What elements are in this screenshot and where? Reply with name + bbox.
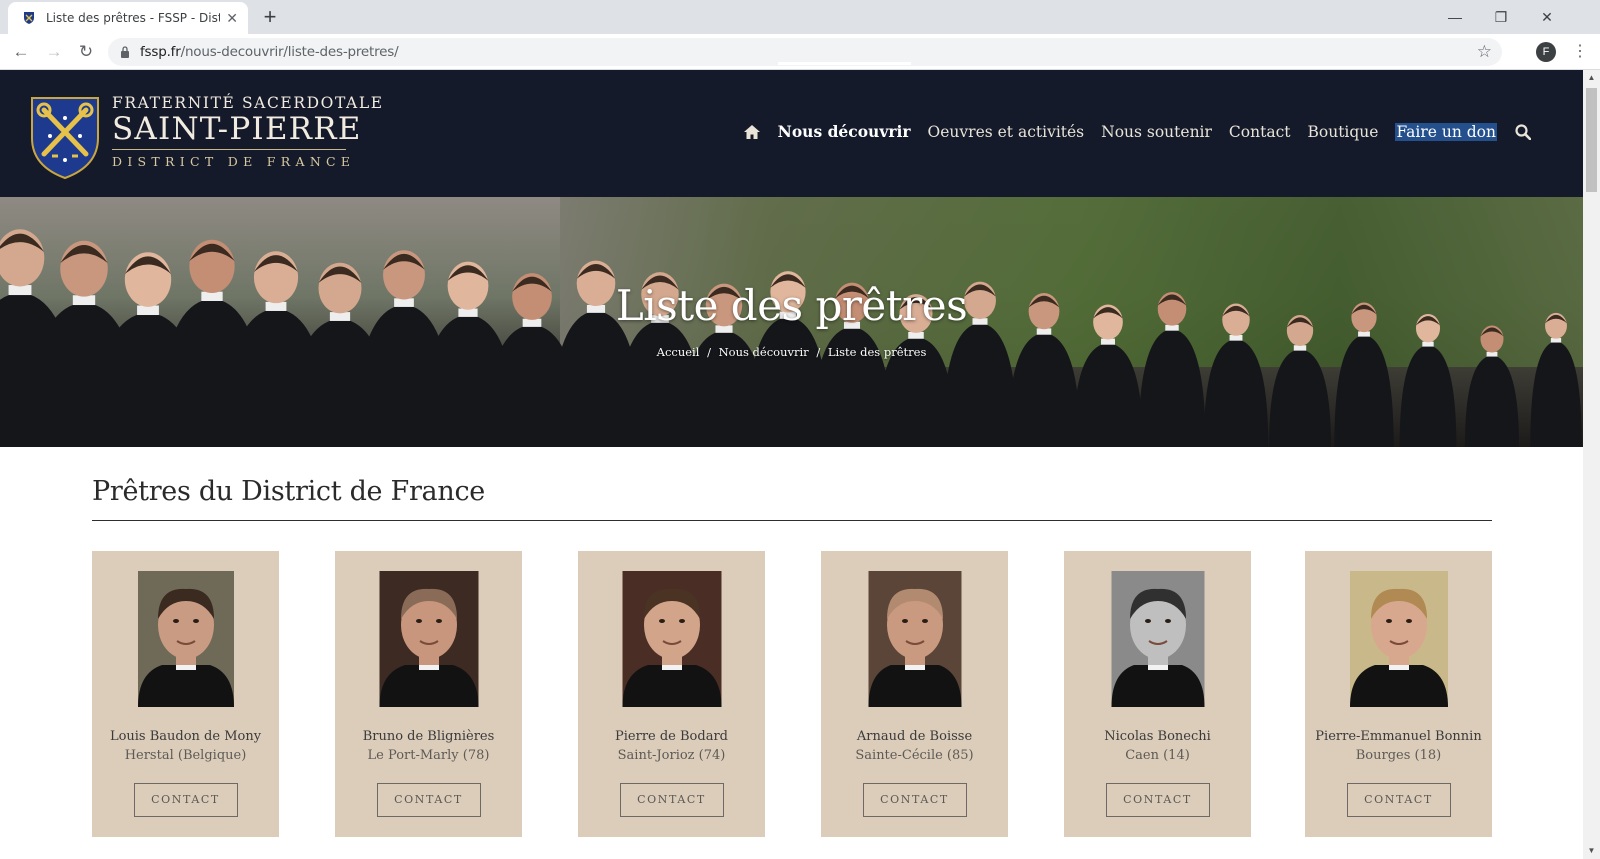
breadcrumb-nous-decouvrir[interactable]: Nous découvrir bbox=[719, 345, 809, 359]
priest-card: Nicolas Bonechi Caen (14) CONTACT bbox=[1064, 551, 1251, 837]
brand-line-district: DISTRICT DE FRANCE bbox=[112, 154, 356, 169]
priest-location: Saint-Jorioz (74) bbox=[617, 748, 726, 763]
section-title: Prêtres du District de France bbox=[92, 476, 485, 507]
profile-avatar[interactable]: F bbox=[1536, 42, 1556, 62]
brand-divider bbox=[112, 149, 346, 150]
page-title: Liste des prêtres bbox=[615, 281, 968, 330]
priest-photo bbox=[137, 571, 234, 707]
url-text: fssp.fr/nous-decouvrir/liste-des-pretres… bbox=[140, 44, 399, 60]
hero-figure bbox=[1358, 331, 1370, 337]
priest-name: Pierre de Bodard bbox=[615, 729, 728, 744]
nav-contact[interactable]: Contact bbox=[1229, 123, 1291, 141]
portrait-illustration bbox=[137, 571, 234, 707]
hero-figure bbox=[942, 322, 1018, 447]
brand-line-fraternite: FRATERNITÉ SACERDOTALE bbox=[112, 94, 384, 112]
bookmark-star-icon[interactable]: ☆ bbox=[1477, 42, 1492, 62]
breadcrumb-accueil[interactable]: Accueil bbox=[657, 345, 700, 359]
url-host: fssp.fr bbox=[140, 44, 181, 60]
priest-photo bbox=[622, 571, 721, 707]
priest-photo bbox=[1111, 571, 1204, 707]
nav-faire-un-don[interactable]: Faire un don bbox=[1395, 122, 1497, 141]
main-nav: Nous découvrir Oeuvres et activités Nous… bbox=[726, 62, 1531, 141]
fssp-coat-of-arms-logo[interactable] bbox=[30, 96, 100, 180]
contact-button[interactable]: CONTACT bbox=[1105, 783, 1210, 817]
page-scrollbar[interactable]: ▲ ▼ bbox=[1583, 70, 1600, 859]
section-divider bbox=[92, 520, 1492, 521]
nav-label: Nous découvrir bbox=[777, 122, 911, 141]
search-icon[interactable] bbox=[1515, 123, 1531, 140]
tab-title: Liste des prêtres - FSSP - District bbox=[46, 11, 221, 25]
fssp-shield-favicon-icon bbox=[24, 12, 34, 24]
minimize-icon[interactable]: — bbox=[1432, 4, 1478, 30]
priest-card: Louis Baudon de Mony Herstal (Belgique) … bbox=[92, 551, 279, 837]
contact-button[interactable]: CONTACT bbox=[862, 783, 967, 817]
site-header: FRATERNITÉ SACERDOTALE SAINT-PIERRE DIST… bbox=[0, 62, 1583, 197]
lock-icon bbox=[121, 46, 129, 58]
breadcrumb-current: Liste des prêtres bbox=[827, 345, 927, 359]
priest-photo bbox=[379, 571, 478, 707]
breadcrumb-separator: / bbox=[816, 345, 821, 359]
priest-card: Pierre de Bodard Saint-Jorioz (74) CONTA… bbox=[578, 551, 765, 837]
breadcrumb: Accueil / Nous découvrir / Liste des prê… bbox=[0, 345, 1583, 359]
priest-name: Nicolas Bonechi bbox=[1104, 729, 1211, 744]
browser-menu-icon[interactable]: ⋮ bbox=[1572, 40, 1588, 64]
contact-button[interactable]: CONTACT bbox=[376, 783, 481, 817]
url-path: /nous-decouvrir/liste-des-pretres/ bbox=[180, 44, 399, 60]
reload-icon[interactable]: ↻ bbox=[74, 40, 98, 64]
priest-card: Pierre-Emmanuel Bonnin Bourges (18) CONT… bbox=[1305, 551, 1492, 837]
priest-location: Le Port-Marly (78) bbox=[367, 748, 490, 763]
breadcrumb-separator: / bbox=[707, 345, 711, 359]
priest-name: Louis Baudon de Mony bbox=[109, 729, 262, 744]
home-icon[interactable] bbox=[743, 124, 761, 140]
priest-location: Bourges (18) bbox=[1355, 748, 1442, 763]
priest-card: Arnaud de Boisse Sainte-Cécile (85) CONT… bbox=[821, 551, 1008, 837]
contact-button[interactable]: CONTACT bbox=[133, 783, 238, 817]
priest-location: Sainte-Cécile (85) bbox=[855, 748, 974, 763]
hero-figure bbox=[1229, 334, 1243, 341]
close-window-icon[interactable]: ✕ bbox=[1524, 4, 1570, 30]
priest-grid: Louis Baudon de Mony Herstal (Belgique) … bbox=[92, 551, 1492, 837]
hero-figure bbox=[1464, 355, 1520, 447]
priest-location: Caen (14) bbox=[1125, 748, 1190, 763]
brand-line-saint-pierre: SAINT-PIERRE bbox=[112, 111, 362, 147]
hero-figure bbox=[1550, 338, 1562, 343]
forward-arrow-icon[interactable]: → bbox=[42, 40, 66, 64]
contact-button[interactable]: CONTACT bbox=[619, 783, 724, 817]
new-tab-icon[interactable]: + bbox=[258, 5, 282, 29]
portrait-illustration bbox=[1349, 571, 1448, 707]
priest-name: Pierre-Emmanuel Bonnin bbox=[1315, 729, 1482, 744]
nav-oeuvres-et-activites[interactable]: Oeuvres et activités bbox=[928, 123, 1085, 141]
nav-boutique[interactable]: Boutique bbox=[1307, 123, 1378, 141]
priest-photo bbox=[1349, 571, 1448, 707]
scroll-down-arrow-icon[interactable]: ▼ bbox=[1583, 843, 1600, 859]
hero-figure bbox=[1399, 345, 1457, 447]
nav-active-indicator bbox=[777, 62, 911, 65]
browser-tab[interactable]: Liste des prêtres - FSSP - District ✕ bbox=[8, 2, 248, 34]
close-tab-icon[interactable]: ✕ bbox=[226, 10, 238, 27]
scroll-thumb[interactable] bbox=[1586, 88, 1597, 192]
portrait-illustration bbox=[622, 571, 721, 707]
hero-figure bbox=[1101, 338, 1115, 345]
back-arrow-icon[interactable]: ← bbox=[9, 40, 33, 64]
priest-card: Bruno de Blignières Le Port-Marly (78) C… bbox=[335, 551, 522, 837]
priest-name: Bruno de Blignières bbox=[362, 729, 495, 744]
portrait-illustration bbox=[379, 571, 478, 707]
contact-button[interactable]: CONTACT bbox=[1346, 783, 1451, 817]
restore-icon[interactable]: ❐ bbox=[1478, 4, 1524, 30]
portrait-illustration bbox=[1111, 571, 1204, 707]
site-brand[interactable]: FRATERNITÉ SACERDOTALE SAINT-PIERRE DIST… bbox=[112, 94, 384, 169]
scroll-up-arrow-icon[interactable]: ▲ bbox=[1583, 70, 1600, 86]
priest-name: Arnaud de Boisse bbox=[856, 729, 973, 744]
priest-photo bbox=[868, 571, 961, 707]
nav-nous-decouvrir[interactable]: Nous découvrir bbox=[777, 62, 911, 141]
nav-nous-soutenir[interactable]: Nous soutenir bbox=[1101, 123, 1212, 141]
browser-tab-bar: Liste des prêtres - FSSP - District ✕ + … bbox=[0, 0, 1600, 34]
hero-banner: Liste des prêtres Accueil / Nous découvr… bbox=[0, 197, 1583, 447]
hero-figure bbox=[1269, 349, 1331, 447]
portrait-illustration bbox=[868, 571, 961, 707]
priest-location: Herstal (Belgique) bbox=[124, 748, 247, 763]
hero-figure bbox=[908, 331, 924, 339]
